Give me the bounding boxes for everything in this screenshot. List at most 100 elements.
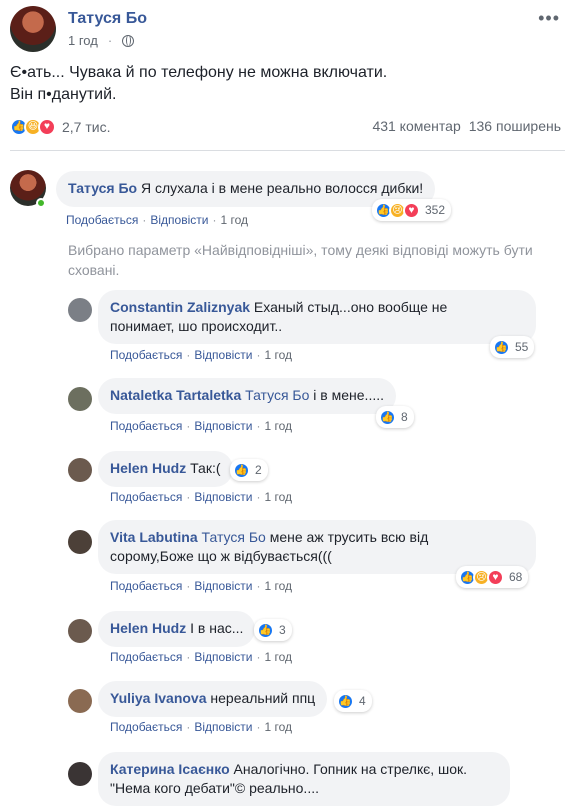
reply-author[interactable]: Yuliya Ivanova	[110, 690, 207, 706]
stats-right: 431 коментар 136 поширень	[372, 118, 561, 134]
reply-text-line2: "Нема кого дебати"© реально....	[110, 780, 319, 796]
reaction-count[interactable]: 2,7 тис.	[62, 119, 110, 135]
like-reaction-icon: 👍	[257, 621, 274, 639]
reply-time[interactable]: 1 год	[264, 490, 292, 504]
reply-author[interactable]: Helen Hudz	[110, 460, 186, 476]
reply-actions: Подобається · Відповісти · 1 год	[110, 490, 292, 504]
reply-time[interactable]: 1 год	[264, 650, 292, 664]
globe-icon	[122, 34, 135, 47]
reply-reactions[interactable]: 👍 3	[254, 619, 292, 641]
separator-dot: ·	[107, 33, 113, 48]
post-author-name[interactable]: Татуся Бо	[68, 10, 147, 28]
post-text-line1: Є•ать... Чувака й по телефону не можна в…	[10, 64, 388, 81]
reaction-count: 55	[515, 340, 529, 354]
comments-count[interactable]: 431 коментар	[372, 118, 460, 134]
reaction-count: 352	[425, 203, 446, 217]
reply-link[interactable]: Відповісти	[194, 579, 252, 593]
reply-actions: Подобається · Відповісти · 1 год	[110, 720, 292, 734]
author-avatar[interactable]	[10, 6, 56, 52]
reply-time[interactable]: 1 год	[264, 579, 292, 593]
reply-avatar[interactable]	[68, 387, 92, 411]
like-link[interactable]: Подобається	[110, 348, 182, 362]
like-link[interactable]: Подобається	[110, 720, 182, 734]
reply-link[interactable]: Відповісти	[150, 213, 208, 227]
shares-count[interactable]: 136 поширень	[469, 118, 561, 134]
reply-bubble: Катерина Ісаєнко Аналогічно. Гопник на с…	[98, 752, 510, 806]
like-link[interactable]: Подобається	[110, 650, 182, 664]
mention-link[interactable]: Татуся Бо	[245, 387, 309, 403]
comment-reactions[interactable]: 👍 😢 ♥ 352	[372, 199, 452, 221]
reply-author[interactable]: Катерина Ісаєнко	[110, 761, 230, 777]
reply-time[interactable]: 1 год	[264, 720, 292, 734]
relevance-notice: Вибрано параметр «Найвідповідніші», тому…	[68, 242, 533, 278]
reply-text-line2: сорому,Боже що ж відбувається(((	[110, 548, 332, 564]
comment-text: Я слухала і в мене реально волосся дибки…	[140, 180, 424, 196]
reply-text-line1: мене аж трусить всю від	[269, 529, 429, 545]
reply-bubble: Helen Hudz Так:(	[98, 451, 233, 487]
comment-time[interactable]: 1 год	[220, 213, 248, 227]
mention-link[interactable]: Татуся Бо	[202, 529, 266, 545]
reply-text-line2: понимает, шо происходит..	[110, 318, 283, 334]
more-options-icon[interactable]: •••	[538, 8, 560, 29]
reply-avatar[interactable]	[68, 689, 92, 713]
reply-avatar[interactable]	[68, 762, 92, 786]
reply-reactions[interactable]: 👍 4	[334, 690, 372, 712]
reply-link[interactable]: Відповісти	[194, 419, 252, 433]
reply-author[interactable]: Constantin Zaliznyak	[110, 299, 250, 315]
like-link[interactable]: Подобається	[110, 419, 182, 433]
comment-actions: Подобається · Відповісти · 1 год	[66, 213, 248, 227]
post-text: Є•ать... Чувака й по телефону не можна в…	[10, 62, 387, 106]
like-link[interactable]: Подобається	[110, 579, 182, 593]
reply-text-line1: Еханый стыд...оно вообще не	[253, 299, 448, 315]
reply-reactions[interactable]: 👍 😢 ♥ 68	[456, 566, 529, 588]
reply-actions: Подобається · Відповісти · 1 год	[110, 419, 292, 433]
like-reaction-icon: 👍	[379, 408, 396, 426]
like-link[interactable]: Подобається	[110, 490, 182, 504]
reaction-count: 2	[255, 463, 262, 477]
reply-text: Так:(	[190, 460, 221, 476]
reply-reactions[interactable]: 👍 55	[490, 336, 535, 358]
reply-link[interactable]: Відповісти	[194, 720, 252, 734]
reply-text-line1: Аналогічно. Гопник на стрелкє, шок.	[233, 761, 468, 777]
post-text-line2: Він п•данутий.	[10, 86, 117, 103]
reply-time[interactable]: 1 год	[264, 419, 292, 433]
reply-link[interactable]: Відповісти	[194, 490, 252, 504]
like-reaction-icon: 👍	[337, 692, 354, 710]
reply-author[interactable]: Nataletka Tartaletka	[110, 387, 241, 403]
reply-link[interactable]: Відповісти	[194, 650, 252, 664]
like-link[interactable]: Подобається	[66, 213, 138, 227]
reply-reactions[interactable]: 👍 2	[230, 459, 268, 481]
reply-avatar[interactable]	[68, 298, 92, 322]
post-header: Татуся Бо 1 год · •••	[10, 6, 560, 52]
reply-text: І в нас...	[190, 620, 244, 636]
reaction-count: 3	[279, 623, 286, 637]
reply-time[interactable]: 1 год	[264, 348, 292, 362]
reply-link[interactable]: Відповісти	[194, 348, 252, 362]
reply-reactions[interactable]: 👍 8	[376, 406, 414, 428]
post-stats: 👍 😆 ♥ 2,7 тис. 431 коментар 136 поширень	[10, 118, 565, 138]
comment-author[interactable]: Татуся Бо	[68, 180, 137, 196]
reply-text: і в мене.....	[313, 387, 385, 403]
reaction-count: 4	[359, 694, 366, 708]
reply-avatar[interactable]	[68, 458, 92, 482]
reply-actions: Подобається · Відповісти · 1 год	[110, 650, 292, 664]
post-reactions[interactable]: 👍 😆 ♥ 2,7 тис.	[10, 118, 110, 136]
love-reaction-icon: ♥	[403, 201, 420, 219]
divider	[10, 150, 565, 151]
reply-avatar[interactable]	[68, 530, 92, 554]
reply-bubble: Nataletka Tartaletka Татуся Бо і в мене.…	[98, 378, 397, 414]
love-reaction-icon: ♥	[38, 118, 56, 136]
post-meta: 1 год ·	[68, 33, 135, 48]
reply-avatar[interactable]	[68, 619, 92, 643]
reply-actions: Подобається · Відповісти · 1 год	[110, 348, 292, 362]
reply-text: нереальний ппц	[210, 690, 316, 706]
reply-bubble: Constantin Zaliznyak Еханый стыд...оно в…	[98, 290, 536, 344]
love-reaction-icon: ♥	[487, 568, 504, 586]
like-reaction-icon: 👍	[493, 338, 510, 356]
reply-actions: Подобається · Відповісти · 1 год	[110, 579, 292, 593]
online-indicator	[36, 198, 46, 208]
reply-author[interactable]: Vita Labutina	[110, 529, 198, 545]
reply-author[interactable]: Helen Hudz	[110, 620, 186, 636]
reaction-count: 68	[509, 570, 523, 584]
post-time[interactable]: 1 год	[68, 33, 98, 48]
